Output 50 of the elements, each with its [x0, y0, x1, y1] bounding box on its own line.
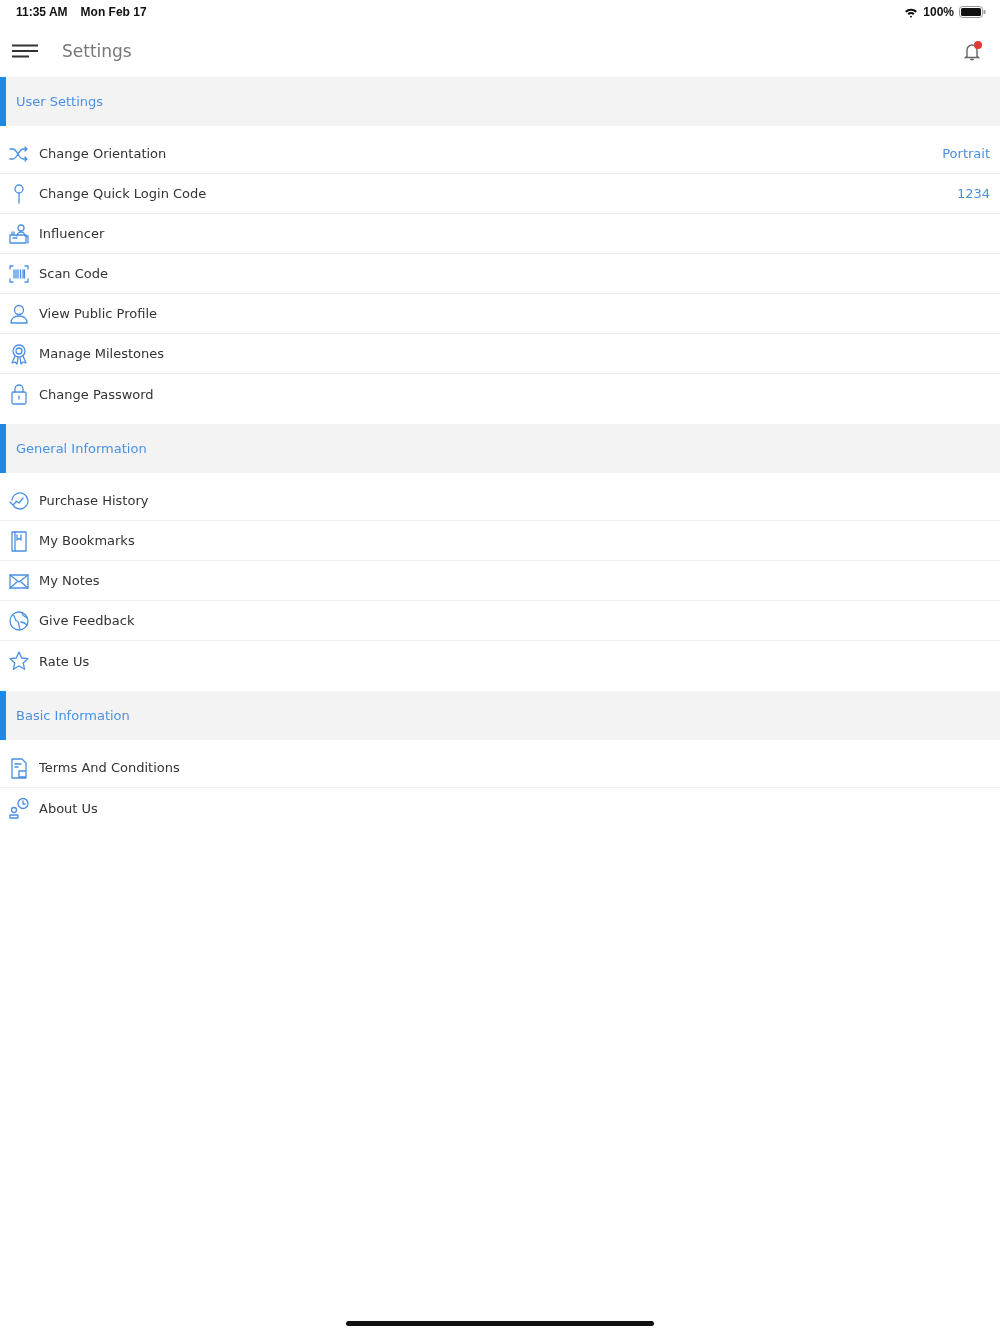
person-icon — [8, 302, 30, 325]
status-date: Mon Feb 17 — [80, 5, 147, 19]
settings-item[interactable]: Influencer — [0, 214, 1000, 254]
item-label: My Notes — [39, 573, 101, 588]
section-title: General Information — [16, 441, 147, 456]
settings-item[interactable]: Give Feedback — [0, 601, 1000, 641]
item-label: Change Password — [39, 386, 155, 402]
item-label: Give Feedback — [39, 613, 136, 628]
item-label: Scan Code — [39, 266, 110, 281]
settings-item[interactable]: About Us — [0, 788, 1000, 828]
settings-item[interactable]: My Notes — [0, 561, 1000, 601]
settings-item[interactable]: Rate Us — [0, 641, 1000, 681]
barcode-icon — [8, 262, 30, 285]
page-title: Settings — [62, 40, 132, 61]
menu-button[interactable] — [10, 41, 40, 60]
wifi-icon — [904, 6, 919, 18]
item-value: Portrait — [942, 146, 990, 161]
item-label: About Us — [39, 800, 99, 816]
item-value: 1234 — [956, 186, 990, 201]
settings-item[interactable]: My Bookmarks — [0, 521, 1000, 561]
settings-item[interactable]: Scan Code — [0, 254, 1000, 294]
item-label: Change Quick Login Code — [39, 186, 208, 201]
item-label: Terms And Conditions — [39, 760, 181, 775]
settings-item[interactable]: Change Password — [0, 374, 1000, 414]
globe-icon — [8, 609, 30, 632]
settings-item[interactable]: Manage Milestones — [0, 334, 1000, 374]
item-label: Influencer — [39, 226, 106, 241]
settings-item[interactable]: Purchase History — [0, 481, 1000, 521]
item-label: View Public Profile — [39, 306, 158, 321]
clock-icon — [8, 489, 30, 512]
item-label: Purchase History — [39, 493, 150, 508]
item-label: Rate Us — [39, 653, 91, 669]
star-icon — [8, 650, 30, 672]
section-title: Basic Information — [16, 708, 130, 723]
settings-item[interactable]: Change Orientation Portrait — [0, 134, 1000, 174]
settings-item[interactable]: Terms And Conditions — [0, 748, 1000, 788]
item-label: My Bookmarks — [39, 533, 136, 548]
item-label: Change Orientation — [39, 146, 168, 161]
person-at-desk-icon — [8, 222, 30, 245]
status-time: 11:35 AM — [16, 5, 68, 19]
settings-item[interactable]: Change Quick Login Code 1234 — [0, 174, 1000, 214]
settings-item[interactable]: View Public Profile — [0, 294, 1000, 334]
battery-icon — [959, 6, 986, 18]
item-label: Manage Milestones — [39, 346, 166, 361]
person-info-icon — [8, 797, 30, 819]
document-icon — [8, 756, 30, 779]
lock-icon — [8, 383, 30, 405]
battery-percent: 100% — [923, 5, 954, 19]
section-title: User Settings — [16, 94, 104, 109]
book-icon — [8, 529, 30, 552]
